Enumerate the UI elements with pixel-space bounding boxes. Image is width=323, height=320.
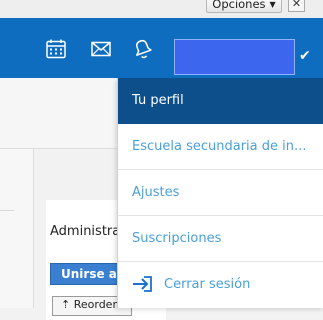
options-dropdown-button[interactable]: Opciones ▼ (206, 0, 282, 13)
options-label: Opciones (212, 0, 266, 11)
sidebar-divider (0, 210, 14, 211)
left-sidebar (0, 149, 34, 308)
menu-item-label: Cerrar sesión (164, 277, 251, 292)
menu-item-subscriptions[interactable]: Suscripciones (118, 216, 323, 262)
app-header: ✔ (0, 18, 323, 78)
close-icon[interactable]: ✕ (288, 0, 305, 12)
panel-title: Administra (50, 224, 121, 239)
calendar-icon[interactable] (45, 38, 67, 60)
chevron-down-icon: ▼ (269, 0, 276, 9)
logout-icon (132, 276, 152, 292)
menu-item-settings[interactable]: Ajustes (118, 170, 323, 216)
checkmark-icon: ✔ (299, 48, 311, 64)
top-toolbar: Opciones ▼ ✕ (0, 0, 323, 18)
menu-item-profile[interactable]: Tu perfil (118, 78, 323, 124)
mail-icon[interactable] (90, 38, 112, 60)
menu-item-logout[interactable]: Cerrar sesión (118, 262, 323, 308)
user-menu-toggle[interactable] (174, 39, 295, 75)
menu-item-school[interactable]: Escuela secundaria de in... (118, 124, 323, 170)
notification-bell-icon[interactable] (131, 38, 153, 60)
user-dropdown-menu: Tu perfil Escuela secundaria de in... Aj… (117, 78, 323, 308)
